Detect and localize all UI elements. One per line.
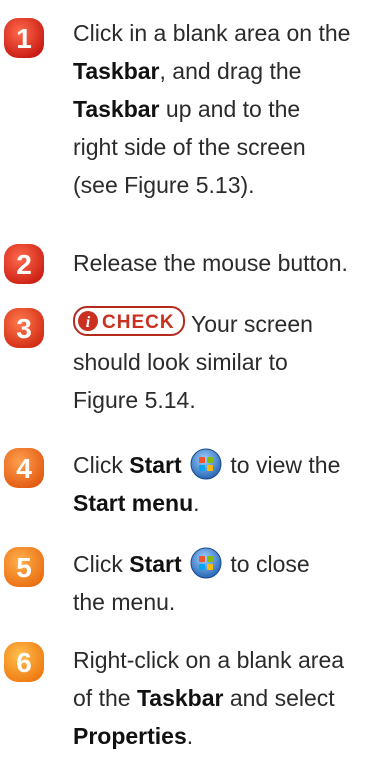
check-label: CHECK <box>102 312 175 333</box>
step-5-line-2: the menu. <box>73 589 176 615</box>
step-number: 1 <box>16 23 32 54</box>
step-3-line-1: i CHECK Your screen <box>73 305 373 343</box>
step-5-line-1: Click Start to close <box>73 545 373 583</box>
step-number: 5 <box>16 552 32 583</box>
check-badge: i CHECK <box>73 306 185 336</box>
step-6-text: Right-click on a blank area of the Taskb… <box>73 641 373 755</box>
step-number-badge: 1 <box>2 16 44 58</box>
step-1-line-1: Click in a blank area on the <box>73 20 351 46</box>
step-1-line-2: Taskbar, and drag the <box>73 58 302 84</box>
step-number: 2 <box>16 249 32 280</box>
step-1-line-3: Taskbar up and to the <box>73 96 301 122</box>
step-2-line-1: Release the mouse button. <box>73 250 348 276</box>
windows-start-orb-icon <box>190 448 222 480</box>
step-number: 6 <box>16 647 32 678</box>
step-1-line-4: right side of the screen <box>73 134 306 160</box>
step-1-text: Click in a blank area on the Taskbar, an… <box>73 14 373 204</box>
step-number-badge: 3 <box>2 306 44 348</box>
step-6-line-1: Right-click on a blank area <box>73 647 345 673</box>
step-5-text: Click Start to close the menu. <box>73 545 373 621</box>
step-number: 3 <box>16 313 32 344</box>
step-number: 4 <box>16 453 32 484</box>
step-3-line-3: Figure 5.14. <box>73 387 196 413</box>
step-number-badge: 6 <box>2 640 44 682</box>
step-3-text: i CHECK Your screen should look similar … <box>73 305 373 419</box>
step-3-line-2: should look similar to <box>73 349 288 375</box>
step-2-text: Release the mouse button. <box>73 244 373 282</box>
step-4-line-1: Click Start to view the <box>73 446 373 484</box>
svg-text:i: i <box>86 314 91 331</box>
step-4-text: Click Start to view the Start menu. <box>73 446 373 522</box>
step-number-badge: 2 <box>2 242 44 284</box>
step-number-badge: 5 <box>2 545 44 587</box>
step-6-line-2: of the Taskbar and select <box>73 685 335 711</box>
windows-start-orb-icon <box>190 547 222 579</box>
step-1-line-5: (see Figure 5.13). <box>73 172 255 198</box>
step-6-line-3: Properties. <box>73 723 194 749</box>
step-4-line-2: Start menu. <box>73 490 200 516</box>
step-number-badge: 4 <box>2 446 44 488</box>
